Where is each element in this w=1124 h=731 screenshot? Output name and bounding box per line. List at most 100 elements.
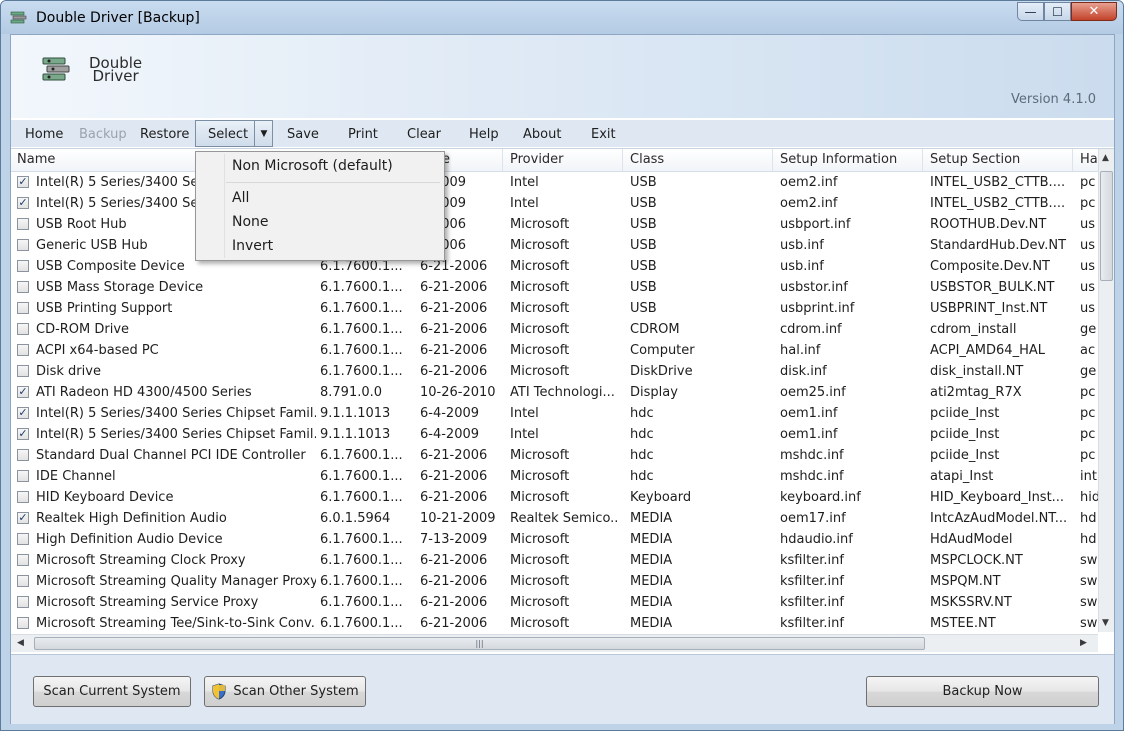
row-checkbox[interactable]: ✓ bbox=[17, 407, 29, 419]
scroll-up-icon[interactable]: ▲ bbox=[1102, 153, 1109, 163]
table-row[interactable]: USB Root Hub1-2006MicrosoftUSBusbport.in… bbox=[11, 214, 1098, 235]
horizontal-scrollbar[interactable]: ◀ ||| ▶ bbox=[11, 634, 1098, 652]
table-row[interactable]: Microsoft Streaming Clock Proxy 6.1.7600.… bbox=[11, 550, 1098, 571]
row-checkbox[interactable]: ✓ bbox=[17, 428, 29, 440]
table-row[interactable]: Standard Dual Channel PCI IDE Controller… bbox=[11, 445, 1098, 466]
menu-help[interactable]: Help bbox=[469, 127, 499, 142]
row-checkbox[interactable]: ✓ bbox=[17, 512, 29, 524]
table-row[interactable]: USB Printing Support 6.1.7600.1... 6-21-20… bbox=[11, 298, 1098, 319]
menu-restore[interactable]: Restore bbox=[140, 127, 189, 142]
menu-item-none[interactable]: None bbox=[232, 214, 269, 230]
row-checkbox[interactable] bbox=[17, 449, 29, 461]
cell-setup-section: MSPCLOCK.NT bbox=[930, 553, 1023, 568]
window-title: Double Driver [Backup] bbox=[36, 10, 200, 26]
col-hardware[interactable]: Ha bbox=[1080, 152, 1098, 167]
menu-backup[interactable]: Backup bbox=[79, 127, 127, 142]
cell-hardware: us bbox=[1080, 259, 1096, 274]
row-checkbox[interactable] bbox=[17, 239, 29, 251]
minimize-button[interactable]: — bbox=[1017, 2, 1044, 21]
row-checkbox[interactable] bbox=[17, 218, 29, 230]
cell-date: 6-21-2006 bbox=[420, 490, 488, 505]
menu-print[interactable]: Print bbox=[348, 127, 378, 142]
col-setup-information[interactable]: Setup Information bbox=[780, 152, 897, 167]
scroll-down-icon[interactable]: ▼ bbox=[1102, 618, 1109, 628]
scan-current-system-button[interactable]: Scan Current System bbox=[33, 676, 191, 707]
table-row[interactable]: USB Mass Storage Device 6.1.7600.1... 6-21… bbox=[11, 277, 1098, 298]
backup-now-label: Backup Now bbox=[942, 684, 1023, 699]
table-row[interactable]: IDE Channel 6.1.7600.1... 6-21-2006 Microso… bbox=[11, 466, 1098, 487]
menu-exit[interactable]: Exit bbox=[591, 127, 616, 142]
row-checkbox[interactable] bbox=[17, 281, 29, 293]
cell-date: 10-26-2010 bbox=[420, 385, 496, 400]
table-row[interactable]: ✓Intel(R) 5 Series/3400 Seri0-2009IntelU… bbox=[11, 193, 1098, 214]
cell-name: Intel(R) 5 Series/3400 Series Chipset Fa… bbox=[36, 427, 316, 442]
select-button-label[interactable]: Select bbox=[208, 127, 248, 142]
row-checkbox[interactable] bbox=[17, 365, 29, 377]
menu-item-non-microsoft[interactable]: Non Microsoft (default) bbox=[232, 158, 393, 174]
row-checkbox[interactable] bbox=[17, 554, 29, 566]
backup-now-button[interactable]: Backup Now bbox=[866, 676, 1099, 707]
row-checkbox[interactable]: ✓ bbox=[17, 176, 29, 188]
cell-setup-section: MSKSSRV.NT bbox=[930, 595, 1012, 610]
table-row[interactable]: Generic USB Hub1-2006MicrosoftUSBusb.inf… bbox=[11, 235, 1098, 256]
table-row[interactable]: ✓ Intel(R) 5 Series/3400 Series Chipset F… bbox=[11, 403, 1098, 424]
table-row[interactable]: Microsoft Streaming Quality Manager Prox… bbox=[11, 571, 1098, 592]
cell-provider: Intel bbox=[510, 406, 539, 421]
menu-clear[interactable]: Clear bbox=[407, 127, 441, 142]
col-divider[interactable] bbox=[1072, 149, 1073, 171]
cell-hardware: ac bbox=[1080, 343, 1096, 358]
row-checkbox[interactable] bbox=[17, 470, 29, 482]
cell-date: 6-21-2006 bbox=[420, 301, 488, 316]
select-split-button[interactable]: Select ▼ bbox=[195, 120, 273, 147]
cell-hardware: pc bbox=[1080, 448, 1096, 463]
dropdown-arrow-icon[interactable]: ▼ bbox=[254, 121, 273, 146]
menu-about[interactable]: About bbox=[523, 127, 561, 142]
vertical-scroll-thumb[interactable] bbox=[1100, 171, 1113, 281]
driver-list[interactable]: Name e Provider Class Setup Information … bbox=[11, 148, 1114, 655]
col-provider[interactable]: Provider bbox=[510, 152, 564, 167]
vertical-scrollbar[interactable]: ▲ ▼ bbox=[1098, 149, 1114, 632]
row-checkbox[interactable] bbox=[17, 302, 29, 314]
cell-name: IDE Channel bbox=[36, 469, 116, 484]
scroll-right-icon[interactable]: ▶ bbox=[1080, 638, 1087, 648]
row-checkbox[interactable]: ✓ bbox=[17, 197, 29, 209]
menu-item-all[interactable]: All bbox=[232, 190, 249, 206]
row-checkbox[interactable] bbox=[17, 617, 29, 629]
scroll-left-icon[interactable]: ◀ bbox=[17, 638, 24, 648]
table-row[interactable]: HID Keyboard Device 6.1.7600.1... 6-21-200… bbox=[11, 487, 1098, 508]
row-checkbox[interactable]: ✓ bbox=[17, 386, 29, 398]
scan-other-system-button[interactable]: Scan Other System bbox=[204, 676, 366, 707]
col-divider[interactable] bbox=[622, 149, 623, 171]
horizontal-scroll-thumb[interactable]: ||| bbox=[34, 637, 925, 650]
table-row[interactable]: ✓ ATI Radeon HD 4300/4500 Series 8.791.0.0… bbox=[11, 382, 1098, 403]
table-row[interactable]: ✓ Realtek High Definition Audio 6.0.1.5964… bbox=[11, 508, 1098, 529]
table-row[interactable]: Microsoft Streaming Service Proxy 6.1.760… bbox=[11, 592, 1098, 613]
row-checkbox[interactable] bbox=[17, 260, 29, 272]
close-button[interactable]: ✕ bbox=[1071, 2, 1117, 21]
table-row[interactable]: High Definition Audio Device 6.1.7600.1..… bbox=[11, 529, 1098, 550]
menu-home[interactable]: Home bbox=[25, 127, 63, 142]
table-row[interactable]: ACPI x64-based PC 6.1.7600.1... 6-21-2006 M… bbox=[11, 340, 1098, 361]
col-divider[interactable] bbox=[922, 149, 923, 171]
col-class[interactable]: Class bbox=[630, 152, 664, 167]
table-row[interactable]: CD-ROM Drive 6.1.7600.1... 6-21-2006 Micros… bbox=[11, 319, 1098, 340]
table-row[interactable]: ✓Intel(R) 5 Series/3400 Seri0-2009IntelU… bbox=[11, 172, 1098, 193]
col-name[interactable]: Name bbox=[17, 152, 55, 167]
row-checkbox[interactable] bbox=[17, 323, 29, 335]
col-divider[interactable] bbox=[502, 149, 503, 171]
table-row[interactable]: Microsoft Streaming Tee/Sink-to-Sink Con… bbox=[11, 613, 1098, 634]
col-setup-section[interactable]: Setup Section bbox=[930, 152, 1020, 167]
table-row[interactable]: USB Composite Device 6.1.7600.1... 6-21-20… bbox=[11, 256, 1098, 277]
row-checkbox[interactable] bbox=[17, 491, 29, 503]
col-divider[interactable] bbox=[772, 149, 773, 171]
row-checkbox[interactable] bbox=[17, 344, 29, 356]
row-checkbox[interactable] bbox=[17, 533, 29, 545]
table-row[interactable]: ✓ Intel(R) 5 Series/3400 Series Chipset F… bbox=[11, 424, 1098, 445]
row-checkbox[interactable] bbox=[17, 575, 29, 587]
table-row[interactable]: Disk drive 6.1.7600.1... 6-21-2006 Microsof… bbox=[11, 361, 1098, 382]
menu-save[interactable]: Save bbox=[287, 127, 319, 142]
menu-item-invert[interactable]: Invert bbox=[232, 238, 273, 254]
row-checkbox[interactable] bbox=[17, 596, 29, 608]
title-bar[interactable]: Double Driver [Backup] — ☐ ✕ bbox=[1, 1, 1123, 34]
maximize-button[interactable]: ☐ bbox=[1044, 2, 1071, 21]
